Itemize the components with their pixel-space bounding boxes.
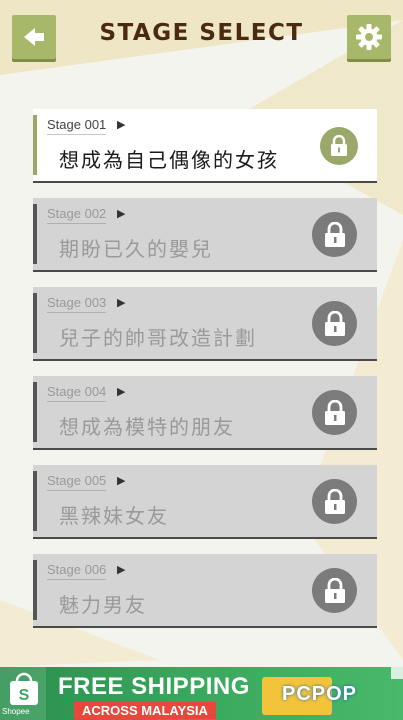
lock-button[interactable]	[320, 127, 358, 165]
lock-icon	[324, 577, 345, 603]
stage-accent-bar	[33, 115, 37, 175]
stage-name: 黑辣妹女友	[59, 504, 169, 528]
lock-icon	[331, 135, 347, 156]
lock-icon	[324, 399, 345, 425]
svg-text:S: S	[19, 687, 30, 704]
stage-card-005[interactable]: Stage 005 ▶ 黑辣妹女友	[33, 465, 377, 537]
settings-button[interactable]	[347, 15, 391, 59]
ad-brand: Shopee	[2, 707, 30, 716]
lock-button[interactable]	[312, 479, 357, 524]
lock-button[interactable]	[312, 212, 357, 257]
shopping-bag-icon: S	[10, 672, 38, 705]
stage-number: Stage 002	[47, 206, 107, 224]
stage-card-001[interactable]: Stage 001 ▶ 想成為自己偶像的女孩	[33, 109, 377, 181]
ad-headline: FREE SHIPPING	[58, 673, 250, 700]
stage-name: 期盼已久的嬰兒	[59, 237, 213, 261]
stage-accent-bar	[33, 560, 37, 620]
stage-number: Stage 006	[47, 562, 107, 580]
stage-card-006[interactable]: Stage 006 ▶ 魅力男友	[33, 554, 377, 626]
stage-name: 想成為模特的朋友	[59, 415, 235, 439]
watermark: PCPOP	[282, 683, 358, 705]
header: STAGE SELECT	[0, 0, 403, 80]
play-triangle-icon: ▶	[117, 474, 126, 487]
stage-name: 想成為自己偶像的女孩	[59, 148, 279, 172]
ad-close-icon[interactable]	[391, 667, 403, 679]
play-triangle-icon: ▶	[117, 385, 126, 398]
gear-icon	[356, 24, 382, 50]
stage-name: 魅力男友	[59, 593, 147, 617]
lock-icon	[324, 488, 345, 514]
stage-card-004[interactable]: Stage 004 ▶ 想成為模特的朋友	[33, 376, 377, 448]
stage-accent-bar	[33, 293, 37, 353]
stage-number: Stage 001	[47, 117, 107, 135]
stage-number: Stage 004	[47, 384, 107, 402]
stage-number: Stage 005	[47, 473, 107, 491]
lock-icon	[324, 310, 345, 336]
ad-banner[interactable]: S Shopee FREE SHIPPING ACROSS MALAYSIA P…	[0, 667, 403, 720]
shopee-logo: S Shopee	[0, 667, 46, 720]
stage-name: 兒子的帥哥改造計劃	[59, 326, 257, 350]
stage-card-002[interactable]: Stage 002 ▶ 期盼已久的嬰兒	[33, 198, 377, 270]
play-triangle-icon: ▶	[117, 563, 126, 576]
stage-accent-bar	[33, 471, 37, 531]
stage-accent-bar	[33, 382, 37, 442]
play-triangle-icon: ▶	[117, 118, 126, 131]
stage-number: Stage 003	[47, 295, 107, 313]
page-title: STAGE SELECT	[99, 20, 304, 46]
stage-accent-bar	[33, 204, 37, 264]
lock-icon	[324, 221, 345, 247]
lock-button[interactable]	[312, 301, 357, 346]
lock-button[interactable]	[312, 568, 357, 613]
stage-card-003[interactable]: Stage 003 ▶ 兒子的帥哥改造計劃	[33, 287, 377, 359]
play-triangle-icon: ▶	[117, 296, 126, 309]
lock-button[interactable]	[312, 390, 357, 435]
ad-subheadline: ACROSS MALAYSIA	[74, 702, 216, 719]
play-triangle-icon: ▶	[117, 207, 126, 220]
